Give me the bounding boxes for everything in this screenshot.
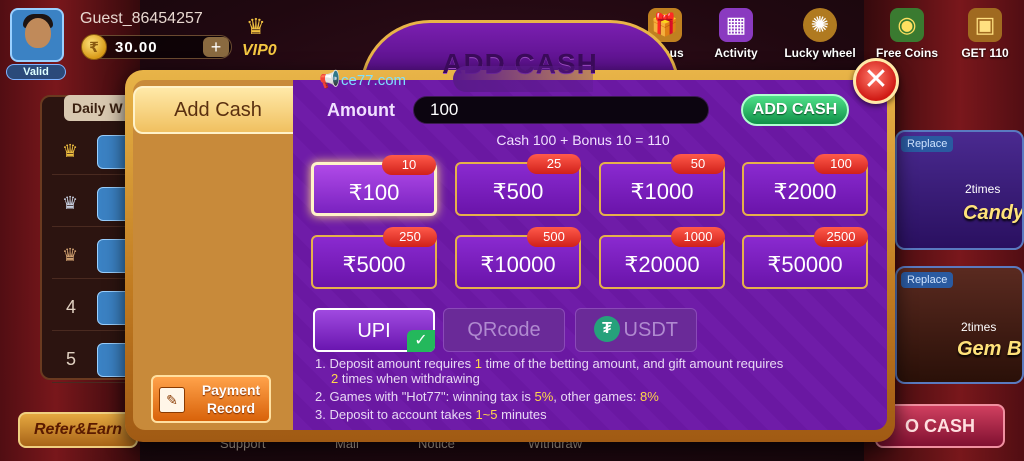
marquee-text: ce77.com <box>341 72 407 89</box>
bonus-badge: 500 <box>527 227 581 247</box>
note-1: 1. Deposit amount requires 1 time of the… <box>315 356 784 386</box>
bonus-badge: 1000 <box>671 227 725 247</box>
crown-icon: ♛ <box>246 14 266 39</box>
amount-option-2000[interactable]: ₹2000 100 <box>742 154 868 216</box>
amount-option-1000[interactable]: ₹1000 50 <box>599 154 725 216</box>
card-times: 2times <box>965 182 1001 196</box>
game-card-gem[interactable]: Replace 2times Gem B <box>895 266 1024 384</box>
crown-icon: ♛ <box>62 245 79 265</box>
bonus-badge: 10 <box>382 155 436 175</box>
amount-option-50000[interactable]: ₹50000 2500 <box>742 227 868 289</box>
note-2: 2. Games with "Hot77": winning tax is 5%… <box>315 389 659 404</box>
bonus-badge: 250 <box>383 227 437 247</box>
top-nav: 🎁 Bonus ▦ Activity ✺ Lucky wheel ◉ Free … <box>640 8 1024 68</box>
bonus-badge: 25 <box>527 154 581 174</box>
balance-bar: ₹ 30.00 + <box>81 34 232 60</box>
avatar[interactable] <box>10 8 64 62</box>
tether-icon: ₮ <box>593 315 620 342</box>
payment-method-qrcode[interactable]: QRcode <box>443 308 565 352</box>
nav-get-bonus[interactable]: ▣ GET 110 <box>952 8 1018 68</box>
amount-option-20000[interactable]: ₹20000 1000 <box>599 227 725 289</box>
card-tag: Replace <box>901 136 954 152</box>
wheel-icon: ✺ <box>803 8 837 42</box>
rank-number: 4 <box>66 297 77 317</box>
card-title: Gem B <box>957 338 1022 360</box>
amount-value: ₹5000 <box>342 252 406 277</box>
payment-method-label: QRcode <box>467 319 541 341</box>
amount-option-100[interactable]: ₹100 10 <box>311 155 437 216</box>
card-title: Candy <box>963 202 1024 224</box>
amount-option-500[interactable]: ₹500 25 <box>455 154 581 216</box>
bonus-badge: 100 <box>814 154 868 174</box>
checkmark-icon: ✓ <box>407 330 435 352</box>
megaphone-icon: 📢 <box>319 70 341 89</box>
amount-value: ₹20000 <box>624 252 700 277</box>
coin-icon: ₹ <box>81 34 107 60</box>
vip-level: VIP0 <box>242 42 277 59</box>
card-times: 2times <box>961 320 997 334</box>
amount-value: ₹100 <box>348 180 400 205</box>
vip-badge[interactable]: ♛ VIP0 <box>240 14 286 62</box>
payment-method-label: UPI <box>357 320 391 342</box>
bonus-summary: Cash 100 + Bonus 10 = 110 <box>496 132 670 148</box>
close-button[interactable]: ✕ <box>853 58 899 104</box>
add-cash-modal: ADD CASH Add Cash ✎ Payment Record 📢 ce7… <box>125 20 899 442</box>
card-tag: Replace <box>901 272 954 288</box>
amount-input[interactable]: 100 <box>413 96 709 124</box>
crown-icon: ♛ <box>62 141 79 161</box>
modal-content: 📢 ce77.com Amount 100 ADD CASH Cash 100 … <box>293 66 887 430</box>
amount-value: ₹500 <box>492 179 544 204</box>
avatar-face <box>25 18 51 48</box>
crown-icon: ♛ <box>62 193 79 213</box>
calendar-icon: ▦ <box>719 8 753 42</box>
payment-record-button[interactable]: ✎ Payment Record <box>151 375 271 423</box>
payment-method-upi[interactable]: UPI ✓ <box>313 308 435 352</box>
amount-value: ₹10000 <box>480 252 556 277</box>
nav-activity[interactable]: ▦ Activity <box>706 8 766 68</box>
amount-option-10000[interactable]: ₹10000 500 <box>455 227 581 289</box>
game-card-candy[interactable]: Replace 2times Candy <box>895 130 1024 250</box>
amount-label: Amount <box>327 100 395 120</box>
payment-method-usdt[interactable]: ₮ USDT <box>575 308 697 352</box>
nav-lucky-wheel[interactable]: ✺ Lucky wheel <box>780 8 860 68</box>
valid-badge: Valid <box>6 64 66 80</box>
bonus-badge: 50 <box>671 154 725 174</box>
payment-method-label: USDT <box>623 319 678 341</box>
balance-value: 30.00 <box>115 39 158 56</box>
chest-icon: ▣ <box>968 8 1002 42</box>
marquee-bar <box>453 66 593 92</box>
payment-record-label: Payment Record <box>201 382 261 416</box>
receipt-icon: ✎ <box>159 387 185 413</box>
bonus-badge: 2500 <box>814 227 868 247</box>
add-balance-button[interactable]: + <box>203 37 229 57</box>
note-3: 3. Deposit to account takes 1~5 minutes <box>315 407 547 422</box>
amount-option-5000[interactable]: ₹5000 250 <box>311 227 437 289</box>
coins-icon: ◉ <box>890 8 924 42</box>
tab-add-cash[interactable]: Add Cash <box>133 86 303 134</box>
amount-value: ₹2000 <box>773 179 837 204</box>
amount-value: ₹1000 <box>630 179 694 204</box>
rank-number: 5 <box>66 349 77 369</box>
add-cash-button[interactable]: ADD CASH <box>741 94 849 126</box>
refer-earn-button[interactable]: Refer&Earn <box>18 412 138 448</box>
username: Guest_86454257 <box>80 10 203 27</box>
modal-sidebar: Add Cash ✎ Payment Record <box>133 80 303 430</box>
close-icon: ✕ <box>863 63 889 96</box>
amount-value: ₹50000 <box>767 252 843 277</box>
deposit-notes: 1. Deposit amount requires 1 time of the… <box>315 356 875 425</box>
